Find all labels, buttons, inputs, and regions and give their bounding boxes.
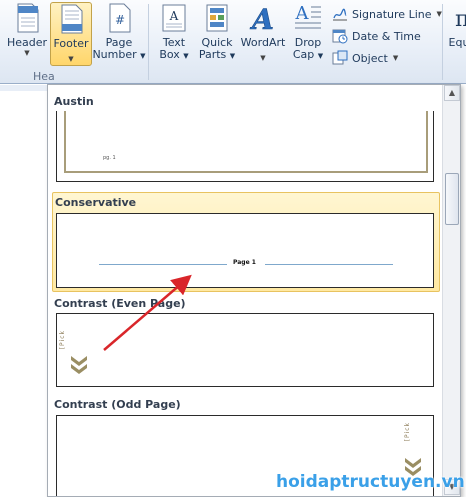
gallery-thumbnail: Page 1 [56, 213, 434, 288]
header-icon [11, 2, 43, 34]
signature-line-button[interactable]: Signature Line ▼ [332, 4, 442, 24]
gallery-item-conservative[interactable]: Conservative Page 1 [52, 192, 440, 292]
svg-text:A: A [169, 9, 179, 23]
gallery-thumbnail: [Pick [56, 313, 434, 387]
group-separator [148, 4, 149, 80]
footer-icon [55, 3, 87, 35]
equation-button[interactable]: π Equ [446, 2, 466, 66]
footer-gallery-list: Austin pg. 1 Conservative Page 1 Contras… [48, 85, 442, 496]
thumb-page-text: pg. 1 [103, 155, 116, 161]
page-number-icon: # [103, 2, 135, 34]
drop-cap-icon: A [292, 2, 324, 34]
gallery-item-title: Contrast (Even Page) [54, 297, 186, 310]
object-label: Object [352, 51, 388, 65]
chevron-down-icon: ▼ [260, 54, 266, 62]
svg-text:#: # [115, 13, 125, 27]
object-icon [332, 50, 348, 66]
quick-parts-button[interactable]: Quick Parts ▼ [197, 2, 237, 66]
svg-text:A: A [295, 3, 310, 24]
signature-line-icon [332, 6, 348, 22]
document-ruler [0, 85, 50, 91]
chevron-down-icon: ▼ [392, 54, 399, 62]
calendar-clock-icon [332, 28, 348, 44]
chevron-down-icon: ▼ [24, 49, 30, 57]
chevron-down-icon [71, 356, 87, 374]
quick-parts-label-line2: Parts ▼ [198, 48, 236, 61]
ribbon-insert-tab: Header ▼ Footer ▼ # Page Number ▼ A Text… [0, 0, 466, 84]
watermark-text: hoidaptructuyen.vn [276, 472, 465, 492]
signature-line-label: Signature Line [352, 7, 432, 21]
drop-cap-label-line2: Cap ▼ [292, 48, 324, 61]
gallery-item-title: Contrast (Odd Page) [54, 398, 181, 411]
scroll-up-button[interactable]: ▲ [444, 85, 460, 101]
wordart-button[interactable]: A WordArt ▼ [240, 2, 286, 66]
footer-gallery-dropdown: Austin pg. 1 Conservative Page 1 Contras… [47, 84, 461, 497]
header-button[interactable]: Header ▼ [4, 2, 50, 66]
quick-parts-icon [201, 2, 233, 34]
wordart-icon: A [247, 2, 279, 37]
austin-frame [64, 111, 428, 173]
text-box-button[interactable]: A Text Box ▼ [155, 2, 193, 66]
page-number-label-line2: Number ▼ [92, 48, 146, 61]
thumb-pick-text: [Pick [59, 330, 66, 350]
header-label: Header [6, 36, 48, 49]
page-number-button[interactable]: # Page Number ▼ [92, 2, 146, 66]
chevron-down-icon: ▼ [68, 55, 74, 63]
pi-icon: π [443, 2, 466, 34]
drop-cap-button[interactable]: A Drop Cap ▼ [289, 2, 327, 66]
svg-text:π: π [455, 7, 466, 32]
date-time-label: Date & Time [352, 29, 421, 43]
svg-text:A: A [249, 3, 274, 34]
footer-rule-right [265, 264, 393, 265]
footer-rule-left [99, 264, 227, 265]
date-time-button[interactable]: Date & Time [332, 26, 421, 46]
gallery-scrollbar[interactable]: ▲ ▼ [442, 85, 460, 496]
gallery-thumbnail: pg. 1 [56, 111, 434, 182]
scrollbar-thumb[interactable] [445, 173, 459, 225]
group-label-header-footer: Hea [33, 70, 55, 83]
footer-button[interactable]: Footer ▼ [50, 2, 92, 66]
footer-label: Footer [53, 37, 89, 50]
equation-label: Equ [448, 36, 466, 49]
gallery-item-title: Austin [54, 95, 94, 108]
object-button[interactable]: Object ▼ [332, 48, 398, 68]
text-box-label-line2: Box ▼ [159, 48, 189, 61]
wordart-label: WordArt [240, 36, 286, 49]
gallery-item-title: Conservative [55, 196, 137, 209]
text-box-icon: A [158, 2, 190, 34]
thumb-page-text: Page 1 [233, 259, 256, 266]
thumb-pick-text: [Pick [404, 422, 411, 442]
